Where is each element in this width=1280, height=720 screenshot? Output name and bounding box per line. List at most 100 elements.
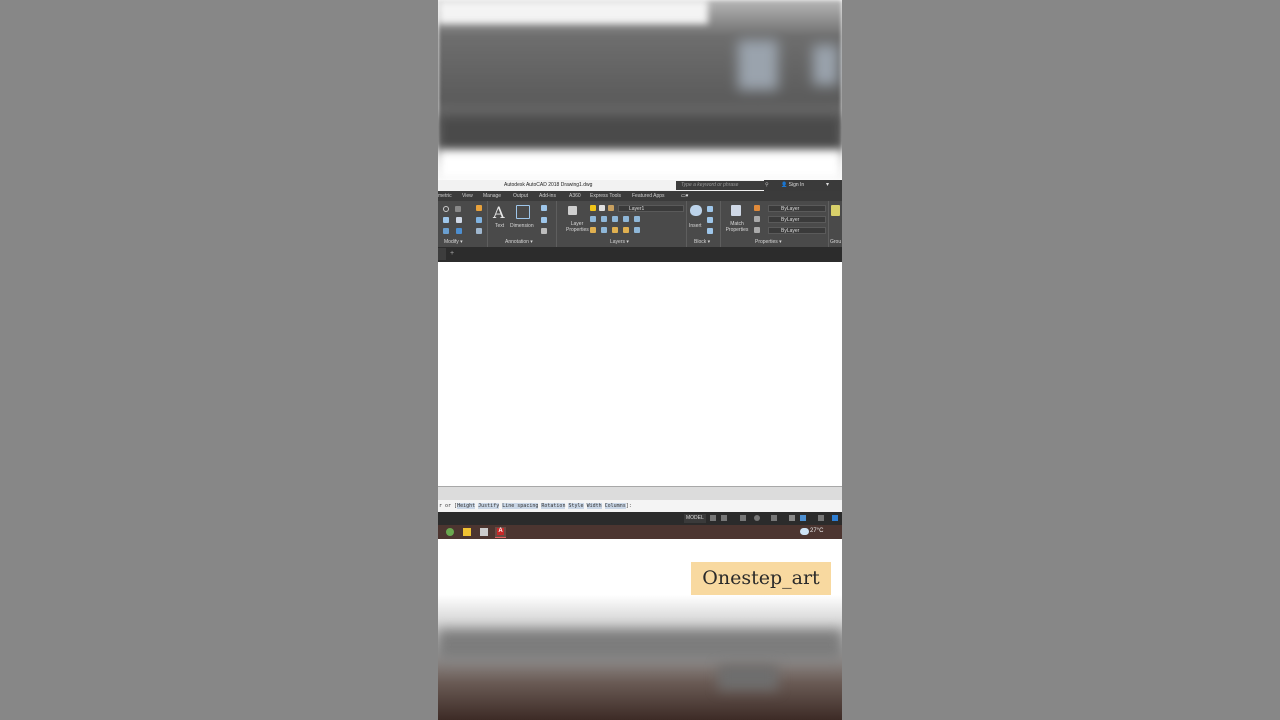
file-tab-bar: + [438,247,842,262]
layer-properties-icon[interactable] [568,206,577,215]
status-bar: MODEL [438,512,842,525]
panel-annotation[interactable]: Annotation ▾ [505,239,533,247]
menu-icon[interactable] [818,515,824,521]
sign-in-button[interactable]: 👤 Sign In [781,182,804,188]
command-option[interactable]: Line spacing [502,503,539,509]
array-icon[interactable] [456,228,462,234]
layer-tool-icon[interactable] [623,216,629,222]
video-frame: Autodesk AutoCAD 2018 Drawing1.dwg Type … [438,0,842,720]
new-tab-icon[interactable]: + [450,250,454,257]
layer-tool-icon[interactable] [590,227,596,233]
dimension-icon[interactable] [516,205,530,219]
dimension-button[interactable]: Dimension [510,223,534,229]
lineweight-dropdown[interactable]: ByLayer [768,216,826,223]
layer-tool-icon[interactable] [601,216,607,222]
customize-icon[interactable] [832,515,838,521]
color-dropdown[interactable]: ByLayer [768,205,826,212]
create-block-icon[interactable] [707,206,713,212]
search-box[interactable]: Type a keyword or phrase [676,181,764,190]
match-properties-icon[interactable] [731,205,741,216]
layer-tool-icon[interactable] [612,216,618,222]
tab-output[interactable]: Output [513,193,528,199]
autocad-icon: A [497,528,504,535]
match-properties-button[interactable]: Match Properties [724,221,750,233]
leader-icon[interactable] [541,205,547,211]
app-icon[interactable] [480,528,488,536]
command-option[interactable]: Rotation [541,503,566,509]
tab-a360[interactable]: A360 [569,193,581,199]
polar-icon[interactable] [754,515,760,521]
ribbon-panel: Modify ▾ A Text Dimension Annotation ▾ L… [438,201,842,247]
layer-properties-button[interactable]: Layer Properties [566,221,589,233]
layer-tool-icon[interactable] [612,227,618,233]
panel-modify[interactable]: Modify ▾ [444,239,463,247]
command-option[interactable]: Width [586,503,602,509]
blurred-top-region [438,0,842,180]
command-option[interactable]: Height [457,503,476,509]
panel-properties[interactable]: Properties ▾ [755,239,782,247]
weather-temp: 27°C [810,528,824,534]
offset-icon[interactable] [476,228,482,234]
bulb-icon[interactable] [590,205,596,211]
mirror-icon[interactable] [443,217,449,223]
toggle-icon[interactable]: ▭▾ [681,193,688,199]
rotate-icon[interactable] [443,206,449,212]
lineweight-icon[interactable] [754,216,760,222]
weather-icon [800,528,809,535]
panel-layers[interactable]: Layers ▾ [610,239,629,247]
window-title: Autodesk AutoCAD 2018 Drawing1.dwg [504,182,593,188]
command-option[interactable]: Style [568,503,584,509]
osnap-icon[interactable] [771,515,777,521]
layer-tool-icon[interactable] [590,216,596,222]
layer-tool-icon[interactable] [601,227,607,233]
panel-groups[interactable]: Grou [830,239,841,247]
insert-icon[interactable] [690,205,702,216]
layer-tool-icon[interactable] [634,227,640,233]
title-bar: Autodesk AutoCAD 2018 Drawing1.dwg Type … [438,180,842,191]
linetype-icon[interactable] [754,227,760,233]
command-option[interactable]: Columns [604,503,626,509]
explode-icon[interactable] [476,217,482,223]
snap-icon[interactable] [721,515,727,521]
drawing-area[interactable] [438,262,842,486]
tab-parametric[interactable]: metric [438,193,452,199]
tab-manage[interactable]: Manage [483,193,501,199]
layer-dropdown[interactable]: Layer1 [618,205,684,212]
workspace-icon[interactable] [800,515,806,521]
multileader-icon[interactable] [541,217,547,223]
layer-tool-icon[interactable] [623,227,629,233]
folder-icon[interactable] [463,528,471,536]
ortho-icon[interactable] [740,515,746,521]
binoculars-icon[interactable]: ⚲ [765,182,769,188]
channel-watermark: Onestep_art [691,562,831,595]
tab-add-ins[interactable]: Add-ins [539,193,556,199]
chevron-down-icon[interactable]: ▾ [826,181,829,188]
table-icon[interactable] [541,228,547,234]
tab-view[interactable]: View [462,193,473,199]
grid-icon[interactable] [710,515,716,521]
linetype-dropdown[interactable]: ByLayer [768,227,826,234]
annotation-icon[interactable] [789,515,795,521]
layer-tool-icon[interactable] [634,216,640,222]
app-icon[interactable] [446,528,454,536]
fillet-icon[interactable] [456,217,462,223]
color-icon[interactable] [754,205,760,211]
lock-icon[interactable] [608,205,614,211]
insert-button[interactable]: Insert [689,223,702,229]
tab-featured-apps[interactable]: Featured Apps [632,193,665,199]
text-icon[interactable]: A [493,203,505,222]
pencil-icon[interactable] [476,205,482,211]
command-line[interactable]: r or [Height Justify Line spacing Rotati… [438,500,842,512]
sun-icon[interactable] [599,205,605,211]
tab-express-tools[interactable]: Express Tools [590,193,621,199]
group-icon[interactable] [831,205,840,216]
command-option[interactable]: Justify [478,503,500,509]
edit-block-icon[interactable] [707,217,713,223]
panel-block[interactable]: Block ▾ [694,239,710,247]
text-button[interactable]: Text [495,223,504,229]
stretch-icon[interactable] [443,228,449,234]
attribute-icon[interactable] [707,228,713,234]
trim-icon[interactable] [455,206,461,212]
file-tab[interactable] [438,248,446,260]
model-space-button[interactable]: MODEL [684,514,706,523]
